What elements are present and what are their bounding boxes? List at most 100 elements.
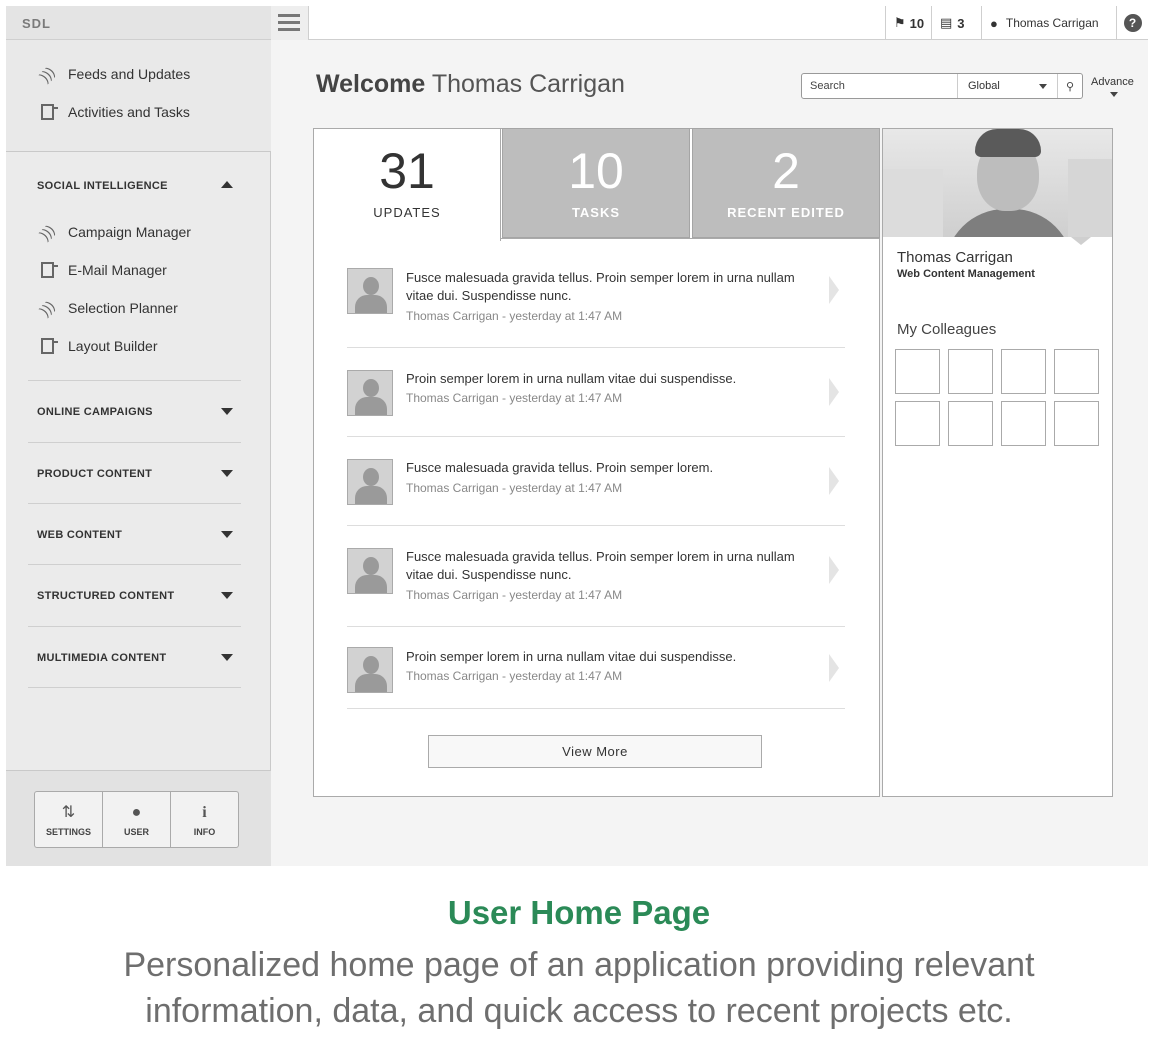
- sidebar-bottom-bar: ⇅ SETTINGS ● USER i INFO: [6, 770, 271, 866]
- expand-arrow-icon: [221, 408, 233, 415]
- chevron-right-icon: [829, 276, 839, 304]
- document-icon: [38, 337, 58, 355]
- sidebar-item-layout-builder[interactable]: Layout Builder: [38, 336, 158, 356]
- avatar: [347, 459, 393, 505]
- flag-icon: ⚑: [894, 15, 906, 30]
- sidebar-item-activities[interactable]: Activities and Tasks: [38, 102, 190, 122]
- sidebar-item-feeds[interactable]: ))) Feeds and Updates: [36, 63, 191, 85]
- collapse-arrow-icon: [221, 181, 233, 188]
- colleague-slot[interactable]: [1001, 349, 1046, 394]
- sidebar-item-label: Activities and Tasks: [68, 104, 190, 120]
- search-button[interactable]: ⚲: [1058, 80, 1082, 93]
- sidebar-item-campaign-manager[interactable]: ))) Campaign Manager: [36, 221, 191, 243]
- caption-description: Personalized home page of an application…: [123, 946, 1035, 1030]
- user-button[interactable]: ● USER: [103, 792, 171, 847]
- app-window: SDL ))) Feeds and Updates Activities and…: [6, 6, 1148, 866]
- social-intelligence-header[interactable]: SOCIAL INTELLIGENCE: [28, 176, 241, 196]
- search-icon: ⚲: [1065, 80, 1075, 93]
- user-icon: ●: [990, 15, 998, 31]
- info-button[interactable]: i INFO: [171, 792, 238, 847]
- profile-photo: [883, 129, 1112, 237]
- section-product-content[interactable]: PRODUCT CONTENT: [28, 442, 241, 502]
- expand-arrow-icon: [221, 592, 233, 599]
- caption-title: User Home Page: [447, 894, 711, 931]
- avatar: [347, 647, 393, 693]
- chevron-right-icon: [829, 654, 839, 682]
- notch: [1071, 237, 1091, 245]
- profile-name: Thomas Carrigan: [897, 249, 1013, 266]
- tab-recent-edited[interactable]: 2 RECENT EDITED: [692, 128, 880, 238]
- section-structured-content[interactable]: STRUCTURED CONTENT: [28, 564, 241, 624]
- hamburger-icon: [278, 14, 300, 31]
- tab-tasks[interactable]: 10 TASKS: [502, 128, 690, 238]
- tab-updates[interactable]: 31 UPDATES: [313, 128, 501, 241]
- flags-button[interactable]: ⚑ 10: [885, 6, 931, 40]
- colleague-slot[interactable]: [1001, 401, 1046, 446]
- colleague-slot[interactable]: [948, 401, 993, 446]
- sliders-icon: ⇅: [61, 804, 76, 821]
- sidebar-item-label: Feeds and Updates: [68, 66, 191, 82]
- settings-button[interactable]: ⇅ SETTINGS: [35, 792, 103, 847]
- list-item[interactable]: Fusce malesuada gravida tellus. Proin se…: [347, 437, 845, 526]
- tools-group: ⇅ SETTINGS ● USER i INFO: [34, 791, 239, 848]
- sidebar-item-label: E-Mail Manager: [68, 262, 167, 278]
- search-scope-select[interactable]: Global: [958, 74, 1058, 98]
- top-bar: ⚑ 10 ▤ 3 ● Thomas Carrigan ?: [271, 6, 1148, 40]
- sidebar-item-label: Campaign Manager: [68, 224, 191, 240]
- help-button[interactable]: ?: [1116, 6, 1148, 40]
- rss-icon: ))): [36, 297, 58, 319]
- search-input[interactable]: [802, 74, 958, 98]
- profile-role: Web Content Management: [897, 268, 1035, 280]
- chevron-right-icon: [829, 378, 839, 406]
- list-item[interactable]: Proin semper lorem in urna nullam vitae …: [347, 627, 845, 709]
- avatar: [347, 548, 393, 594]
- menu-toggle-button[interactable]: [271, 6, 309, 40]
- chevron-down-icon: [1110, 92, 1118, 97]
- sidebar-item-selection-planner[interactable]: ))) Selection Planner: [36, 297, 178, 319]
- colleague-slot[interactable]: [895, 349, 940, 394]
- page-title: Welcome Thomas Carrigan: [316, 70, 625, 98]
- list-item[interactable]: Fusce malesuada gravida tellus. Proin se…: [347, 526, 845, 627]
- chevron-right-icon: [829, 467, 839, 495]
- tasks-count: 3: [957, 15, 965, 31]
- colleague-slot[interactable]: [1054, 349, 1099, 394]
- tab-divider: [501, 238, 880, 239]
- clipboard-icon: ▤: [940, 15, 953, 30]
- chevron-right-icon: [829, 556, 839, 584]
- info-icon: i: [202, 804, 207, 821]
- section-web-content[interactable]: WEB CONTENT: [28, 503, 241, 563]
- sidebar-item-email-manager[interactable]: E-Mail Manager: [38, 260, 167, 280]
- help-icon: ?: [1123, 14, 1142, 32]
- document-icon: [38, 261, 58, 279]
- document-icon: [38, 103, 58, 121]
- rss-icon: ))): [36, 221, 58, 243]
- user-icon: ●: [131, 804, 142, 821]
- rss-icon: ))): [36, 63, 58, 85]
- colleague-slot[interactable]: [1054, 401, 1099, 446]
- tasks-button[interactable]: ▤ 3: [931, 6, 977, 40]
- user-menu[interactable]: ● Thomas Carrigan: [981, 6, 1116, 40]
- sidebar-item-label: Selection Planner: [68, 300, 178, 316]
- view-more-button[interactable]: View More: [428, 735, 762, 768]
- avatar: [347, 268, 393, 314]
- expand-arrow-icon: [221, 654, 233, 661]
- logo: SDL: [22, 16, 51, 31]
- list-item[interactable]: Proin semper lorem in urna nullam vitae …: [347, 348, 845, 437]
- colleague-slot[interactable]: [895, 401, 940, 446]
- flags-count: 10: [909, 15, 925, 31]
- colleague-slot[interactable]: [948, 349, 993, 394]
- sidebar-top-group: [6, 40, 271, 152]
- expand-arrow-icon: [221, 531, 233, 538]
- colleagues-grid: [895, 349, 1099, 446]
- avatar: [347, 370, 393, 416]
- profile-card: Thomas Carrigan Web Content Management M…: [882, 128, 1113, 797]
- advance-search-link[interactable]: Advance: [1091, 76, 1134, 88]
- sidebar-item-label: Layout Builder: [68, 338, 158, 354]
- user-name: Thomas Carrigan: [1005, 16, 1099, 30]
- list-item[interactable]: Fusce malesuada gravida tellus. Proin se…: [347, 266, 845, 348]
- expand-arrow-icon: [221, 470, 233, 477]
- sidebar: SDL ))) Feeds and Updates Activities and…: [6, 6, 271, 866]
- colleagues-title: My Colleagues: [897, 321, 997, 338]
- section-multimedia-content[interactable]: MULTIMEDIA CONTENT: [28, 626, 241, 688]
- section-online-campaigns[interactable]: ONLINE CAMPAIGNS: [28, 380, 241, 440]
